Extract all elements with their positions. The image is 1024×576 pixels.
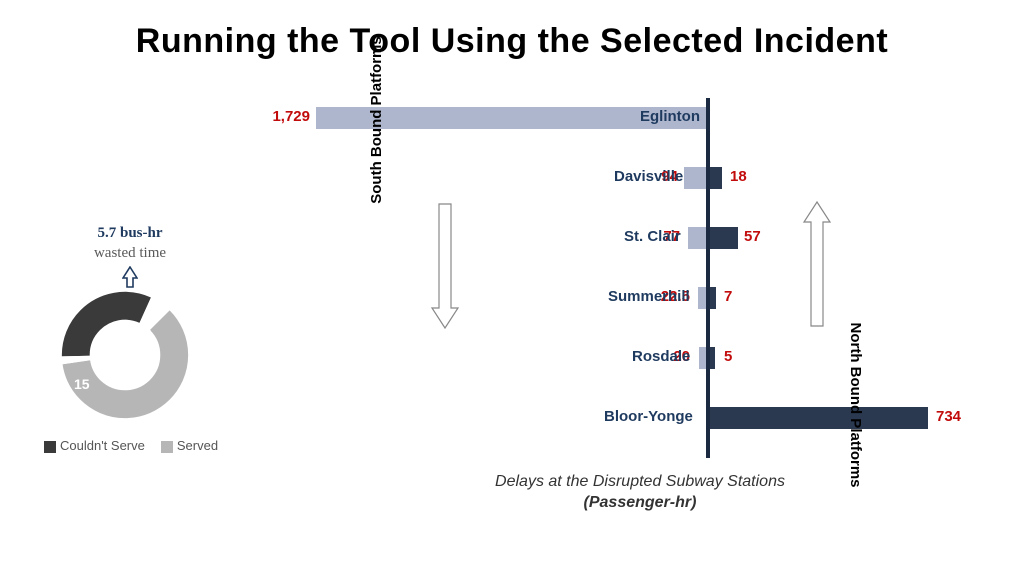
- arrow-down-icon: [430, 200, 460, 330]
- north-bound-label: North Bound Platforms: [846, 320, 864, 490]
- legend-item-served: Served: [161, 438, 218, 453]
- row-stclair: 77 St. Clair 57: [300, 220, 980, 276]
- row-blooryonge: Bloor-Yonge 734: [300, 400, 980, 456]
- station-blooryonge: Bloor-Yonge: [604, 408, 693, 425]
- bar-south-rosdale: [699, 347, 706, 369]
- bar-north-stclair: [710, 227, 738, 249]
- donut-heading-l2: wasted time: [50, 244, 210, 264]
- bar-north-summerhill: [710, 287, 716, 309]
- row-eglinton: 1,729 Eglinton: [300, 100, 980, 156]
- south-bound-label: South Bound Platforms: [368, 35, 386, 205]
- bar-south-stclair: [688, 227, 706, 249]
- page-title: Running the Tool Using the Selected Inci…: [0, 22, 1024, 61]
- val-south-eglinton: 1,729: [272, 108, 310, 125]
- bar-south-davisville: [684, 167, 706, 189]
- bar-north-davisville: [710, 167, 722, 189]
- donut-heading-l1: 5.7 bus-hr: [50, 224, 210, 244]
- station-summerhill: Summerhill: [608, 288, 690, 305]
- donut-value-served: 15: [74, 376, 90, 392]
- bar-north-rosdale: [710, 347, 715, 369]
- station-davisville: Davisville: [614, 168, 683, 185]
- barchart-xlabel: Delays at the Disrupted Subway Stations …: [300, 472, 980, 514]
- donut-value-couldnt-serve: 8: [144, 326, 152, 342]
- delays-bar-chart: 1,729 Eglinton 94 Davisville 18 77 St. C…: [300, 98, 980, 478]
- swatch-light-icon: [161, 441, 173, 453]
- donut-chart: 8 15: [60, 290, 190, 420]
- legend-label-dark: Couldn't Serve: [60, 438, 145, 453]
- donut-legend: Couldn't Serve Served: [44, 438, 218, 453]
- arrow-up-large-icon: [802, 200, 832, 330]
- row-rosdale: 20 Rosdale 5: [300, 340, 980, 396]
- val-north-rosdale: 5: [724, 348, 732, 365]
- xlabel-l1: Delays at the Disrupted Subway Stations: [300, 472, 980, 493]
- station-eglinton: Eglinton: [640, 108, 700, 125]
- donut-heading: 5.7 bus-hr wasted time: [50, 224, 210, 263]
- xlabel-l2: (Passenger-hr): [300, 493, 980, 514]
- val-north-stclair: 57: [744, 228, 761, 245]
- val-north-blooryonge: 734: [936, 408, 961, 425]
- row-summerhill: 22.5 Summerhill 7: [300, 280, 980, 336]
- val-north-summerhill: 7: [724, 288, 732, 305]
- row-davisville: 94 Davisville 18: [300, 160, 980, 216]
- legend-label-light: Served: [177, 438, 218, 453]
- bar-north-blooryonge: [710, 407, 928, 429]
- bar-south-summerhill: [698, 287, 706, 309]
- swatch-dark-icon: [44, 441, 56, 453]
- legend-item-couldnt-serve: Couldn't Serve: [44, 438, 145, 453]
- station-rosdale: Rosdale: [632, 348, 690, 365]
- val-north-davisville: 18: [730, 168, 747, 185]
- station-stclair: St. Clair: [624, 228, 681, 245]
